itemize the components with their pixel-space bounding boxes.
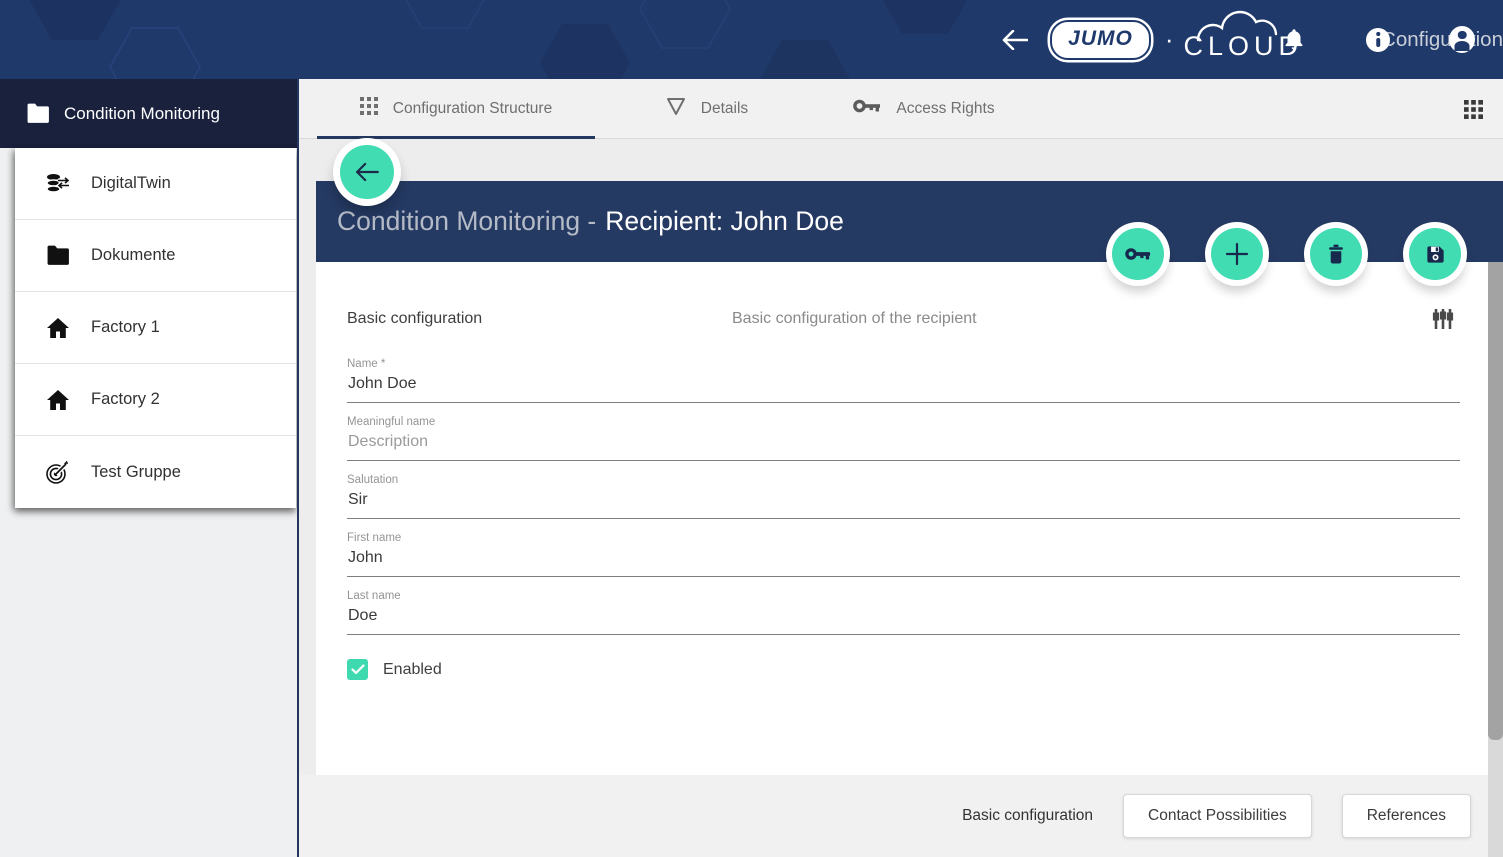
sidebar-item-test-gruppe[interactable]: Test Gruppe	[15, 436, 296, 508]
funnel-icon	[666, 97, 686, 121]
salutation-input[interactable]	[347, 491, 1460, 519]
sidebar-header-condition-monitoring[interactable]: Condition Monitoring	[0, 79, 299, 148]
form-panel: Basic configuration Basic configuration …	[316, 262, 1488, 775]
field-label: First name	[347, 532, 1460, 544]
info-icon[interactable]	[1365, 27, 1391, 53]
sidebar-item-label: Test Gruppe	[91, 463, 181, 482]
field-label: Meaningful name	[347, 416, 1460, 428]
main-content: Configuration Structure Details Acc	[299, 79, 1503, 857]
meaningful-name-input[interactable]	[347, 433, 1460, 461]
sidebar-item-factory-2[interactable]: Factory 2	[15, 364, 296, 436]
section-title: Basic configuration	[347, 310, 732, 328]
home-icon	[45, 315, 71, 341]
sidebar-item-label: Factory 1	[91, 318, 160, 337]
action-button-row	[1112, 228, 1461, 280]
content-header-main: Recipient: John Doe	[605, 206, 844, 236]
add-button[interactable]	[1211, 228, 1263, 280]
section-header: Basic configuration Basic configuration …	[347, 310, 1460, 328]
save-button[interactable]	[1409, 228, 1461, 280]
home-icon	[45, 387, 71, 413]
footer-active-section: Basic configuration	[962, 807, 1093, 825]
sidebar-item-digitaltwin[interactable]: DigitalTwin	[15, 148, 296, 220]
target-icon	[45, 459, 71, 485]
enabled-checkbox[interactable]	[347, 659, 368, 680]
folder-icon	[25, 101, 51, 127]
tune-icon[interactable]	[1430, 306, 1456, 337]
tab-label: Details	[701, 100, 748, 118]
grid-icon	[360, 97, 378, 120]
field-first-name: First name	[347, 532, 1460, 577]
brand-dot: ·	[1165, 24, 1174, 55]
tab-configuration-structure[interactable]: Configuration Structure	[317, 79, 595, 138]
delete-button[interactable]	[1310, 228, 1362, 280]
tab-label: Configuration Structure	[393, 100, 552, 118]
app-window: JUMO · CLOUD Configuration	[0, 0, 1503, 857]
sidebar-list: DigitalTwin Dokumente Factory 1 Factory …	[15, 148, 296, 508]
sidebar-item-label: Dokumente	[91, 246, 175, 265]
folder-icon	[45, 243, 71, 269]
footer-bar: Basic configuration Contact Possibilitie…	[299, 775, 1503, 857]
jumo-logo: JUMO	[1050, 20, 1151, 60]
section-subtitle: Basic configuration of the recipient	[732, 310, 977, 328]
content-back-button[interactable]	[340, 145, 394, 199]
sidebar-header-label: Condition Monitoring	[64, 104, 220, 124]
sidebar: Condition Monitoring DigitalTwin	[0, 79, 299, 857]
key-icon	[853, 98, 881, 119]
bell-icon[interactable]	[1281, 27, 1307, 53]
sidebar-item-label: Factory 2	[91, 390, 160, 409]
first-name-input[interactable]	[347, 549, 1460, 577]
name-input[interactable]	[347, 375, 1460, 403]
enabled-checkbox-row[interactable]: Enabled	[347, 659, 1460, 680]
sidebar-item-dokumente[interactable]: Dokumente	[15, 220, 296, 292]
references-button[interactable]: References	[1342, 794, 1471, 838]
tab-access-rights[interactable]: Access Rights	[819, 79, 1029, 138]
field-salutation: Salutation	[347, 474, 1460, 519]
field-last-name: Last name	[347, 590, 1460, 635]
last-name-input[interactable]	[347, 607, 1460, 635]
apps-grid-icon[interactable]	[1464, 100, 1483, 124]
key-button[interactable]	[1112, 228, 1164, 280]
topbar-back-icon[interactable]	[1002, 30, 1032, 50]
tab-details[interactable]: Details	[623, 79, 791, 138]
top-app-bar: JUMO · CLOUD Configuration	[0, 0, 1503, 79]
enabled-checkbox-label: Enabled	[383, 661, 442, 679]
content-header-title: Condition Monitoring - Recipient: John Do…	[337, 206, 844, 237]
field-label: Name *	[347, 358, 1460, 370]
content-header-prefix: Condition Monitoring -	[337, 206, 596, 236]
field-name: Name *	[347, 358, 1460, 403]
scrollbar-thumb[interactable]	[1488, 262, 1503, 740]
tab-bar: Configuration Structure Details Acc	[299, 79, 1503, 139]
sidebar-item-label: DigitalTwin	[91, 174, 171, 193]
digital-twin-icon	[45, 171, 71, 197]
account-icon[interactable]	[1449, 27, 1475, 53]
tab-label: Access Rights	[896, 100, 994, 118]
field-label: Last name	[347, 590, 1460, 602]
contact-possibilities-button[interactable]: Contact Possibilities	[1123, 794, 1312, 838]
topbar-actions	[1281, 0, 1503, 79]
field-meaningful-name: Meaningful name	[347, 416, 1460, 461]
hexagon-pattern	[0, 0, 980, 79]
sidebar-item-factory-1[interactable]: Factory 1	[15, 292, 296, 364]
vertical-scrollbar[interactable]	[1488, 262, 1503, 857]
field-label: Salutation	[347, 474, 1460, 486]
